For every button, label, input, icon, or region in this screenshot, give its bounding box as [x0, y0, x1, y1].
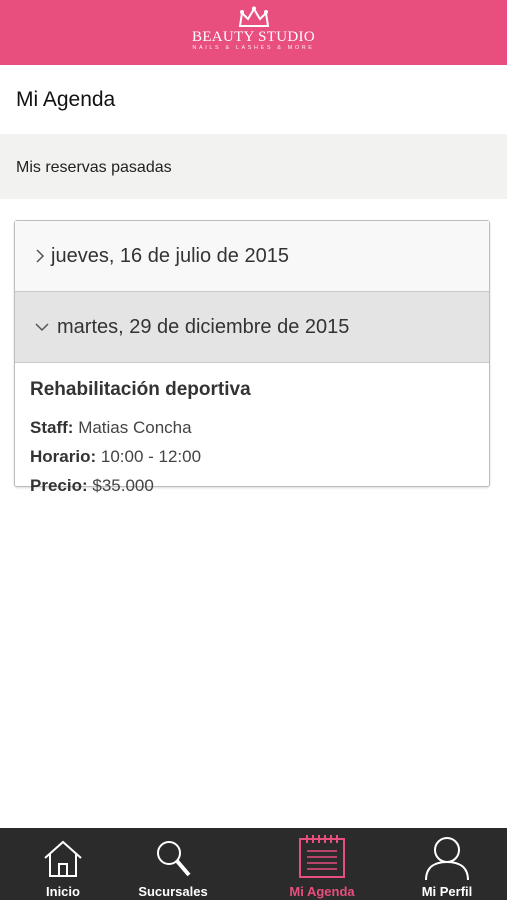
tab-label: Mi Agenda — [289, 884, 355, 899]
staff-label: Staff: — [30, 418, 74, 437]
reservation-details: Rehabilitación deportiva Staff: Matias C… — [15, 363, 489, 495]
reservation-header-1[interactable]: jueves, 16 de julio de 2015 — [15, 221, 489, 292]
reservation-header-2[interactable]: martes, 29 de diciembre de 2015 — [15, 292, 489, 363]
price-value: $35.000 — [92, 476, 154, 495]
tab-mi-perfil[interactable]: Mi Perfil — [384, 828, 507, 900]
chevron-right-icon — [36, 249, 45, 263]
reservation-date: martes, 29 de diciembre de 2015 — [57, 316, 350, 338]
section-header: Mis reservas pasadas — [0, 134, 507, 199]
staff-row: Staff: Matias Concha — [30, 413, 474, 442]
time-value: 10:00 - 12:00 — [100, 447, 202, 466]
price-row: Precio: $35.000 — [30, 471, 474, 500]
staff-value: Matias Concha — [78, 418, 192, 437]
tab-inicio[interactable]: Inicio — [0, 828, 126, 900]
brand-logo: BEAUTY STUDIO NAILS & LASHES & MORE — [0, 6, 507, 52]
service-name: Rehabilitación deportiva — [30, 379, 251, 400]
tab-mi-agenda[interactable]: Mi Agenda — [259, 828, 385, 900]
brand-name: BEAUTY STUDIO — [192, 29, 315, 45]
price-label: Precio: — [30, 476, 88, 495]
chevron-down-icon — [35, 323, 49, 332]
tab-label: Mi Perfil — [421, 884, 473, 899]
time-label: Horario: — [30, 447, 97, 466]
user-icon — [425, 837, 469, 880]
calendar-icon — [299, 835, 345, 878]
crown-icon — [238, 6, 269, 27]
tab-label: Inicio — [46, 884, 80, 899]
reservation-date: jueves, 16 de julio de 2015 — [51, 245, 289, 267]
tab-label: Sucursales — [138, 884, 208, 899]
reservations-accordion: jueves, 16 de julio de 2015 martes, 29 d… — [14, 220, 490, 495]
bottom-tab-bar: Inicio Sucursales Mi Agenda Mi Perfil — [0, 828, 507, 900]
time-row: Horario: 10:00 - 12:00 — [30, 442, 474, 471]
tab-sucursales[interactable]: Sucursales — [110, 828, 236, 900]
home-icon — [44, 840, 82, 877]
brand-tagline: NAILS & LASHES & MORE — [192, 45, 315, 51]
app-header: BEAUTY STUDIO NAILS & LASHES & MORE — [0, 0, 507, 65]
section-label: Mis reservas pasadas — [16, 159, 172, 176]
page-title: Mi Agenda — [16, 88, 116, 111]
search-icon — [157, 841, 191, 877]
